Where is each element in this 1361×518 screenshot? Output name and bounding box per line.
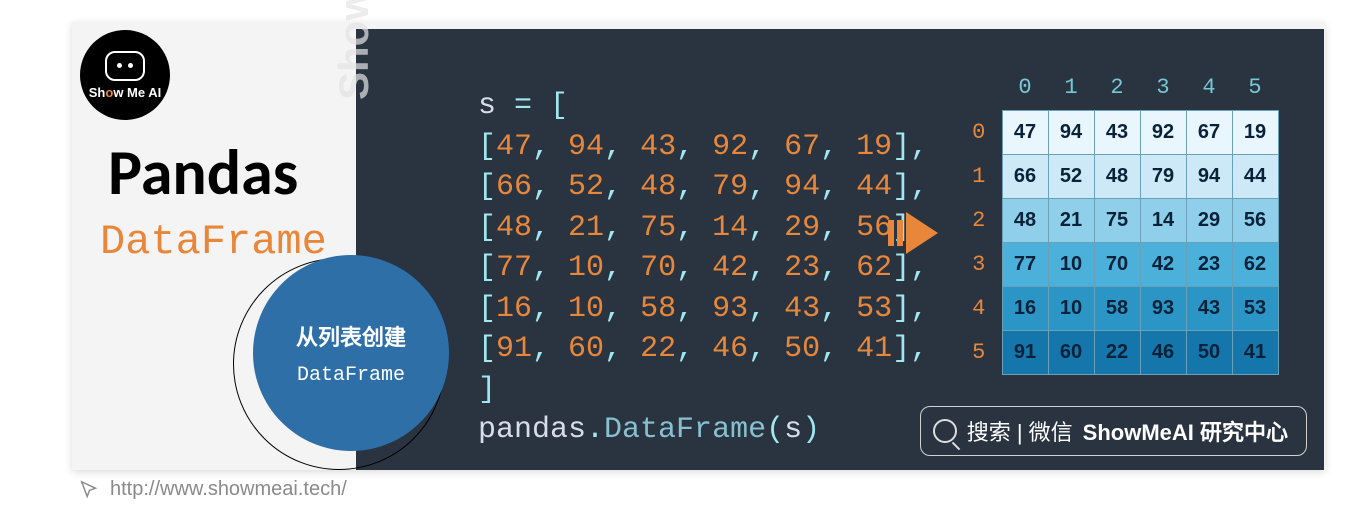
table-row: 0479443926719 <box>956 110 1278 154</box>
robot-face-icon <box>105 51 145 81</box>
row-header: 2 <box>956 198 1002 242</box>
table-cell: 43 <box>1094 110 1140 154</box>
table-cell: 48 <box>1002 198 1048 242</box>
table-cell: 21 <box>1048 198 1094 242</box>
table-cell: 22 <box>1094 330 1140 374</box>
title-pandas: Pandas <box>108 134 298 212</box>
table-cell: 29 <box>1186 198 1232 242</box>
table-cell: 43 <box>1186 286 1232 330</box>
badge-line1: 从列表创建 <box>296 320 406 352</box>
table-row: 5916022465041 <box>956 330 1278 374</box>
table-cell: 10 <box>1048 286 1094 330</box>
table-cell: 62 <box>1232 242 1278 286</box>
table-cell: 46 <box>1140 330 1186 374</box>
watermark-left: ShowMeAI <box>330 0 378 100</box>
table-cell: 19 <box>1232 110 1278 154</box>
brand-logo-text: Show Me AI <box>89 85 162 100</box>
row-header: 3 <box>956 242 1002 286</box>
col-header: 4 <box>1186 66 1232 110</box>
table-cell: 75 <box>1094 198 1140 242</box>
col-header: 1 <box>1048 66 1094 110</box>
arrow-icon <box>888 204 938 262</box>
table-cell: 10 <box>1048 242 1094 286</box>
table-cell: 42 <box>1140 242 1186 286</box>
table-cell: 66 <box>1002 154 1048 198</box>
table-cell: 91 <box>1002 330 1048 374</box>
col-header: 0 <box>1002 66 1048 110</box>
canvas: ShowMeAI Show Me AI Pandas DataFrame 从列表… <box>0 0 1361 518</box>
table-cell: 92 <box>1140 110 1186 154</box>
topic-badge: 从列表创建 DataFrame <box>253 255 449 451</box>
table-cell: 14 <box>1140 198 1186 242</box>
row-header: 4 <box>956 286 1002 330</box>
title-dataframe: DataFrame <box>100 218 327 266</box>
row-header: 5 <box>956 330 1002 374</box>
table-cell: 67 <box>1186 110 1232 154</box>
table-cell: 53 <box>1232 286 1278 330</box>
table-cell: 70 <box>1094 242 1140 286</box>
table-cell: 94 <box>1186 154 1232 198</box>
col-header: 3 <box>1140 66 1186 110</box>
table-cell: 44 <box>1232 154 1278 198</box>
code-block: s = [ [47, 94, 43, 92, 67, 19], [66, 52,… <box>478 86 928 451</box>
table-cell: 56 <box>1232 198 1278 242</box>
logo-prefix: Sh <box>89 85 106 100</box>
col-header: 5 <box>1232 66 1278 110</box>
table-cell: 52 <box>1048 154 1094 198</box>
table-row: 2482175142956 <box>956 198 1278 242</box>
table-cell: 60 <box>1048 330 1094 374</box>
row-header: 1 <box>956 154 1002 198</box>
dataframe-table: 0123450479443926719166524879944424821751… <box>956 66 1279 375</box>
table-row: 1665248799444 <box>956 154 1278 198</box>
badge-line2: DataFrame <box>297 364 405 387</box>
table-cell: 23 <box>1186 242 1232 286</box>
table-cell: 58 <box>1094 286 1140 330</box>
footer: http://www.showmeai.tech/ <box>78 478 347 501</box>
table-cell: 16 <box>1002 286 1048 330</box>
table-cell: 79 <box>1140 154 1186 198</box>
footer-link[interactable]: http://www.showmeai.tech/ <box>110 478 347 501</box>
search-icon <box>933 419 957 443</box>
table-cell: 41 <box>1232 330 1278 374</box>
table-cell: 77 <box>1002 242 1048 286</box>
table-cell: 47 <box>1002 110 1048 154</box>
brand-logo: Show Me AI <box>80 30 170 120</box>
table-cell: 94 <box>1048 110 1094 154</box>
row-header: 0 <box>956 110 1002 154</box>
table-row: 4161058934353 <box>956 286 1278 330</box>
search-text-bold: ShowMeAI 研究中心 <box>1083 415 1288 447</box>
table-cell: 50 <box>1186 330 1232 374</box>
search-text-thin: 搜索 | 微信 <box>967 415 1073 447</box>
table-cell: 93 <box>1140 286 1186 330</box>
search-pill[interactable]: 搜索 | 微信 ShowMeAI 研究中心 <box>920 406 1307 456</box>
cursor-icon <box>78 479 100 501</box>
logo-suffix: w Me AI <box>113 85 161 100</box>
table-cell: 48 <box>1094 154 1140 198</box>
table-row: 3771070422362 <box>956 242 1278 286</box>
col-header: 2 <box>1094 66 1140 110</box>
